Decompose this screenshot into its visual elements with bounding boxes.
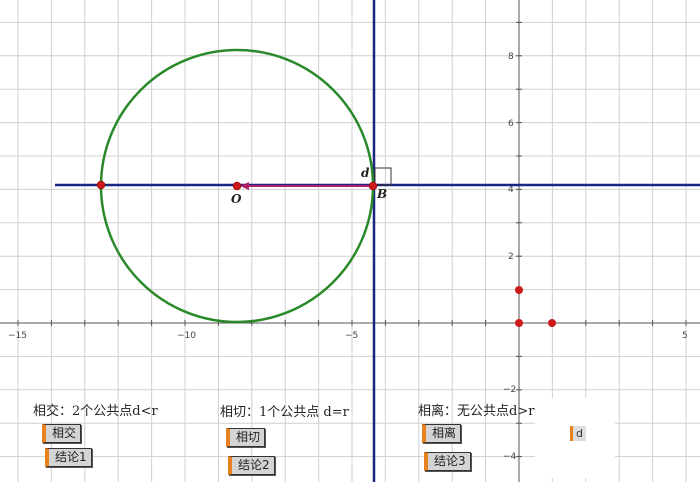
- x-tick-label: −10: [177, 331, 196, 341]
- y-tick-label: −4: [503, 452, 517, 462]
- caption-intersect: 相交：2个公共点d<r: [33, 404, 158, 419]
- y-tick-label: 2: [508, 252, 514, 262]
- label-b: B: [376, 187, 387, 201]
- intersection-point-left[interactable]: [96, 180, 106, 190]
- conclusion1-button[interactable]: 结论1: [45, 448, 92, 467]
- y-tick-label: 4: [508, 185, 514, 195]
- x-tick-label: −15: [8, 331, 27, 341]
- tangent-button[interactable]: 相切: [226, 428, 266, 447]
- vector-arrowhead: [240, 182, 249, 190]
- y-tick-label: −2: [503, 385, 516, 395]
- point[interactable]: [515, 319, 523, 327]
- conclusion3-button[interactable]: 结论3: [424, 452, 471, 471]
- caption-separate: 相离：无公共点d>r: [418, 404, 535, 419]
- y-tick-label: 8: [508, 52, 514, 62]
- caption-tangent: 相切：1个公共点 d=r: [220, 405, 349, 420]
- x-tick-label: −5: [345, 331, 358, 341]
- tangent-point-b[interactable]: [368, 181, 378, 191]
- conclusion2-button[interactable]: 结论2: [228, 456, 275, 475]
- intersect-button[interactable]: 相交: [42, 424, 82, 443]
- right-angle-marker: [374, 167, 392, 186]
- d-toggle-button[interactable]: d: [570, 426, 586, 441]
- x-tick-label: 5: [682, 331, 688, 341]
- label-d: d: [361, 166, 370, 180]
- center-point-o[interactable]: [232, 181, 242, 191]
- point[interactable]: [515, 286, 523, 294]
- point[interactable]: [548, 319, 556, 327]
- separate-button[interactable]: 相离: [422, 424, 462, 443]
- y-tick-label: 6: [508, 119, 514, 129]
- label-o: O: [231, 192, 242, 206]
